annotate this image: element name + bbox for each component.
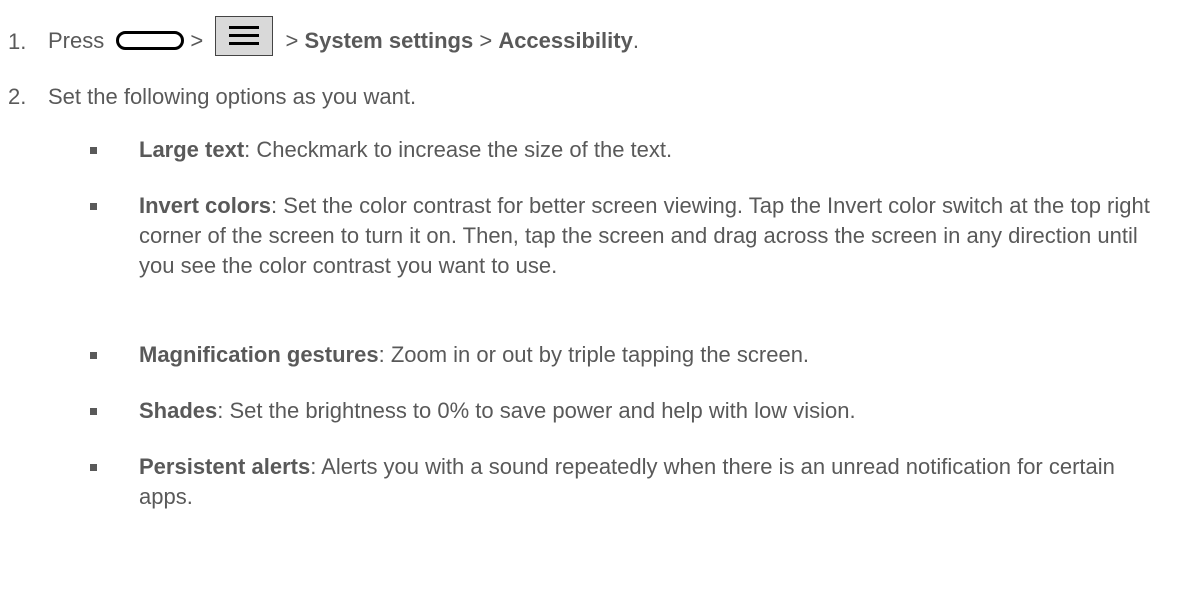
option-desc: : Set the brightness to 0% to save power… [217,398,856,423]
step-number: 2. [8,84,27,109]
option-desc: : Zoom in or out by triple tapping the s… [378,342,810,367]
option-text: Magnification gestures: Zoom in or out b… [139,340,1150,370]
option-term: Shades [139,398,218,423]
bullet-icon [90,352,97,359]
bullet-icon [90,203,97,210]
system-settings-label: System settings [304,27,474,53]
step-separator: > [190,27,204,53]
option-magnification-gestures: Magnification gestures: Zoom in or out b… [90,340,1150,370]
step-text: Set the following options as you want. [48,84,417,109]
step-separator: > [285,27,299,53]
bullet-icon [90,408,97,415]
option-text: Persistent alerts: Alerts you with a sou… [139,452,1150,512]
option-desc: : Checkmark to increase the size of the … [244,137,673,162]
option-text: Shades: Set the brightness to 0% to save… [139,396,1150,426]
option-term: Large text [139,137,245,162]
option-shades: Shades: Set the brightness to 0% to save… [90,396,1150,426]
step-suffix: . [632,27,639,53]
home-button-icon [116,30,185,50]
option-persistent-alerts: Persistent alerts: Alerts you with a sou… [90,452,1150,512]
step-2: 2. Set the following options as you want… [0,82,416,112]
option-term: Magnification gestures [139,342,379,367]
option-desc: : Set the color contrast for better scre… [139,193,1150,278]
step-1: 1. Press > > System settings > Accessibi… [0,16,639,62]
option-invert-colors: Invert colors: Set the color contrast fo… [90,191,1150,281]
step-separator: > [479,27,493,53]
option-term: Invert colors [139,193,272,218]
bullet-icon [90,464,97,471]
menu-button-icon [215,16,274,56]
option-text: Large text: Checkmark to increase the si… [139,135,1150,165]
option-term: Persistent alerts [139,454,311,479]
option-text: Invert colors: Set the color contrast fo… [139,191,1150,281]
step-prefix: Press [48,27,105,53]
step-number: 1. [8,29,27,54]
bullet-icon [90,147,97,154]
option-large-text: Large text: Checkmark to increase the si… [90,135,1150,165]
accessibility-label: Accessibility [498,27,633,53]
step-text: Press > > System settings > Accessibilit… [48,16,639,62]
